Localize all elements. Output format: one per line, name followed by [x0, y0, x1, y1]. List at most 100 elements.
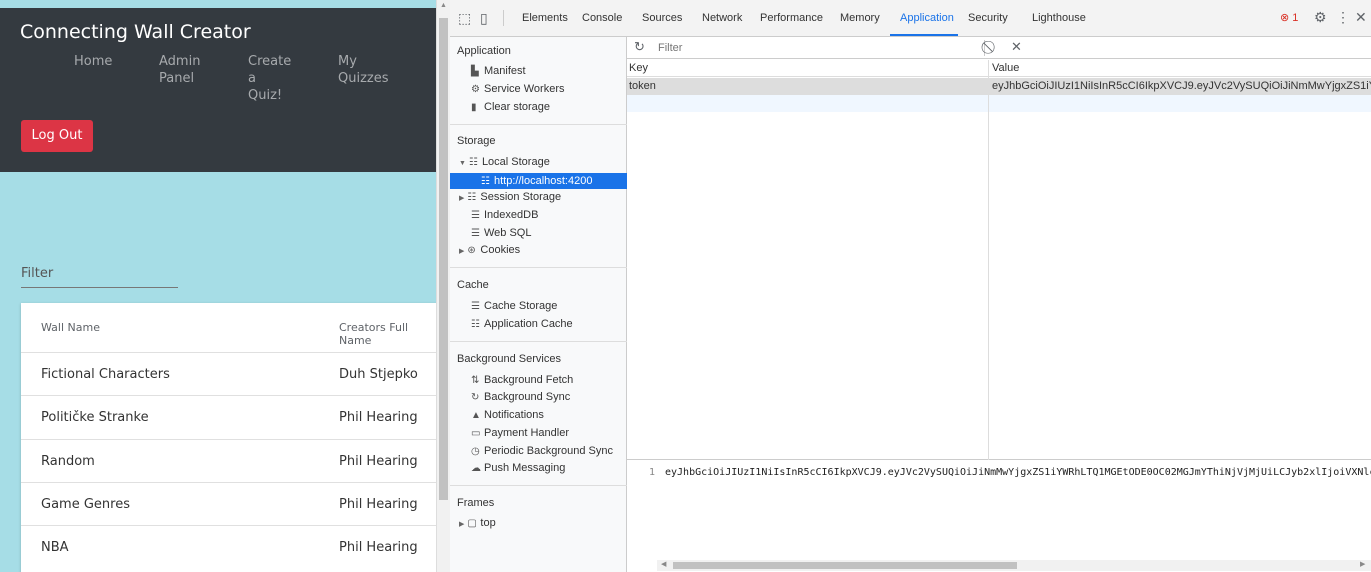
- header-wall-name[interactable]: Wall Name: [41, 321, 100, 334]
- horizontal-scrollbar[interactable]: ◀ ▶: [657, 560, 1371, 571]
- creator-cell: Phil Hearing: [339, 410, 418, 425]
- expand-triangle-icon[interactable]: ▼: [459, 160, 466, 167]
- table-row[interactable]: Fictional Characters Duh Stjepko: [21, 352, 436, 395]
- sidebar-item-label: Local Storage: [481, 156, 550, 168]
- sidebar-item-application-cache[interactable]: ☷ Application Cache: [471, 318, 573, 330]
- key-column-header[interactable]: Key: [629, 62, 648, 74]
- sidebar-item-label: Periodic Background Sync: [484, 445, 614, 457]
- scroll-right-arrow-icon[interactable]: ▶: [1360, 560, 1365, 568]
- page-scrollbar[interactable]: ▲: [436, 0, 450, 572]
- sidebar-item-label: top: [480, 517, 496, 529]
- bell-icon: ▲: [471, 410, 481, 421]
- creator-cell: Phil Hearing: [339, 497, 418, 512]
- new-entry-row[interactable]: [627, 95, 1371, 112]
- log-out-button[interactable]: Log Out: [21, 120, 93, 152]
- settings-gear-icon[interactable]: ⚙: [1314, 9, 1327, 26]
- collapse-triangle-icon[interactable]: ▶: [459, 248, 464, 255]
- sidebar-item-label: http://localhost:4200: [494, 175, 593, 187]
- up-down-arrows-icon: ⇅: [471, 375, 480, 386]
- value-column-header[interactable]: Value: [992, 62, 1019, 74]
- storage-key-cell[interactable]: token: [629, 80, 656, 92]
- value-preview-pane: 1 eyJhbGciOiJIUzI1NiIsInR5cCI6IkpXVCJ9.e…: [627, 461, 1371, 572]
- walls-table: Wall Name Creators Full Name Fictional C…: [21, 303, 436, 572]
- filter-input[interactable]: Filter: [21, 266, 53, 281]
- tab-elements[interactable]: Elements: [522, 12, 568, 24]
- brand-title[interactable]: Connecting Wall Creator: [20, 21, 251, 43]
- error-icon: ⊗: [1280, 12, 1290, 24]
- sidebar-item-session-storage[interactable]: ▶ ☷ Session Storage: [459, 191, 561, 203]
- table-row[interactable]: token eyJhbGciOiJIUzI1NiIsInR5cCI6IkpXVC…: [627, 78, 1371, 95]
- sidebar-item-web-sql[interactable]: ☰ Web SQL: [471, 227, 532, 239]
- tab-network[interactable]: Network: [702, 12, 742, 24]
- scroll-up-arrow-icon[interactable]: ▲: [440, 2, 447, 9]
- sidebar-item-service-workers[interactable]: ⚙ Service Workers: [471, 83, 564, 95]
- app-viewport: Connecting Wall Creator Home Admin Panel…: [0, 0, 436, 572]
- sidebar-item-clear-storage[interactable]: ▮ Clear storage: [471, 101, 550, 113]
- tab-sources[interactable]: Sources: [642, 12, 682, 24]
- sidebar-item-frame-top[interactable]: ▶ ▢ top: [459, 517, 496, 529]
- collapse-triangle-icon[interactable]: ▶: [459, 521, 464, 528]
- credit-card-icon: ▭: [471, 428, 481, 439]
- sidebar-item-label: Cache Storage: [484, 300, 558, 312]
- delete-selected-icon[interactable]: ✕: [1011, 39, 1022, 55]
- sidebar-item-cookies[interactable]: ▶ ⊛ Cookies: [459, 244, 520, 256]
- tab-lighthouse[interactable]: Lighthouse: [1032, 12, 1086, 24]
- collapse-triangle-icon[interactable]: ▶: [459, 195, 464, 202]
- sidebar-item-notifications[interactable]: ▲ Notifications: [471, 409, 544, 421]
- sidebar-item-indexeddb[interactable]: ☰ IndexedDB: [471, 209, 538, 221]
- nav-my-quizzes[interactable]: My Quizzes: [338, 53, 389, 87]
- table-row[interactable]: Političke Stranke Phil Hearing: [21, 395, 436, 438]
- table-row[interactable]: Game Genres Phil Hearing: [21, 482, 436, 525]
- nav-create-quiz[interactable]: Create a Quiz!: [248, 53, 291, 104]
- header-creators-full-name[interactable]: Creators Full Name: [339, 321, 436, 347]
- active-tab-indicator: [890, 34, 958, 36]
- tab-security[interactable]: Security: [968, 12, 1008, 24]
- sidebar-item-periodic-background-sync[interactable]: ◷ Periodic Background Sync: [471, 445, 613, 457]
- scrollbar-thumb[interactable]: [439, 18, 448, 500]
- more-options-icon[interactable]: ⋮: [1336, 9, 1350, 26]
- tab-console[interactable]: Console: [582, 12, 622, 24]
- sidebar-item-manifest[interactable]: ▙ Manifest: [471, 65, 526, 77]
- document-icon: ▙: [471, 66, 479, 77]
- sidebar-item-label: Manifest: [484, 65, 526, 77]
- inspect-element-icon[interactable]: ⬚: [458, 10, 471, 27]
- table-row[interactable]: Random Phil Hearing: [21, 439, 436, 482]
- error-count-badge[interactable]: ⊗ 1: [1280, 11, 1298, 24]
- sidebar-item-localhost-4200[interactable]: ☷ http://localhost:4200: [450, 173, 627, 189]
- sidebar-item-background-sync[interactable]: ↻ Background Sync: [471, 391, 570, 403]
- sync-icon: ↻: [471, 392, 480, 403]
- sidebar-item-push-messaging[interactable]: ☁ Push Messaging: [471, 462, 565, 474]
- tab-application[interactable]: Application: [900, 12, 954, 24]
- value-preview-text[interactable]: eyJhbGciOiJIUzI1NiIsInR5cCI6IkpXVCJ9.eyJ…: [665, 467, 1371, 478]
- section-divider: [450, 267, 627, 268]
- close-devtools-icon[interactable]: ✕: [1355, 9, 1367, 26]
- storage-filter-input[interactable]: [652, 40, 977, 56]
- wall-name-cell: Random: [41, 454, 95, 469]
- scroll-left-arrow-icon[interactable]: ◀: [661, 560, 666, 568]
- nav-home[interactable]: Home: [74, 53, 112, 70]
- storage-value-cell[interactable]: eyJhbGciOiJIUzI1NiIsInR5cCI6IkpXVCJ9.eyJ…: [992, 80, 1371, 92]
- sidebar-item-background-fetch[interactable]: ⇅ Background Fetch: [471, 374, 573, 386]
- table-row[interactable]: NBA Phil Hearing: [21, 525, 436, 568]
- sidebar-item-local-storage[interactable]: ▼ ☷ Local Storage: [459, 156, 550, 168]
- section-title-application: Application: [457, 45, 511, 57]
- sidebar-item-label: Payment Handler: [484, 427, 569, 439]
- horizontal-scrollbar-thumb[interactable]: [673, 562, 1017, 569]
- tab-performance[interactable]: Performance: [760, 12, 823, 24]
- cookie-icon: ⊛: [467, 245, 476, 256]
- creator-cell: Phil Hearing: [339, 454, 418, 469]
- navbar: Connecting Wall Creator Home Admin Panel…: [0, 8, 436, 172]
- tab-memory[interactable]: Memory: [840, 12, 880, 24]
- device-toolbar-icon[interactable]: ▯: [480, 10, 488, 27]
- devtools-panel: ⬚ ▯ Elements Console Sources Network Per…: [450, 0, 1371, 572]
- sidebar-item-cache-storage[interactable]: ☰ Cache Storage: [471, 300, 557, 312]
- refresh-icon[interactable]: ↻: [634, 39, 645, 55]
- nav-admin-panel[interactable]: Admin Panel: [159, 53, 200, 87]
- sidebar-item-payment-handler[interactable]: ▭ Payment Handler: [471, 427, 569, 439]
- wall-name-cell: Fictional Characters: [41, 367, 170, 382]
- sidebar-item-label: Background Sync: [484, 391, 571, 403]
- cloud-icon: ☁: [471, 463, 481, 474]
- creator-cell: Phil Hearing: [339, 540, 418, 555]
- wall-name-cell: NBA: [41, 540, 69, 555]
- column-divider[interactable]: [988, 60, 989, 460]
